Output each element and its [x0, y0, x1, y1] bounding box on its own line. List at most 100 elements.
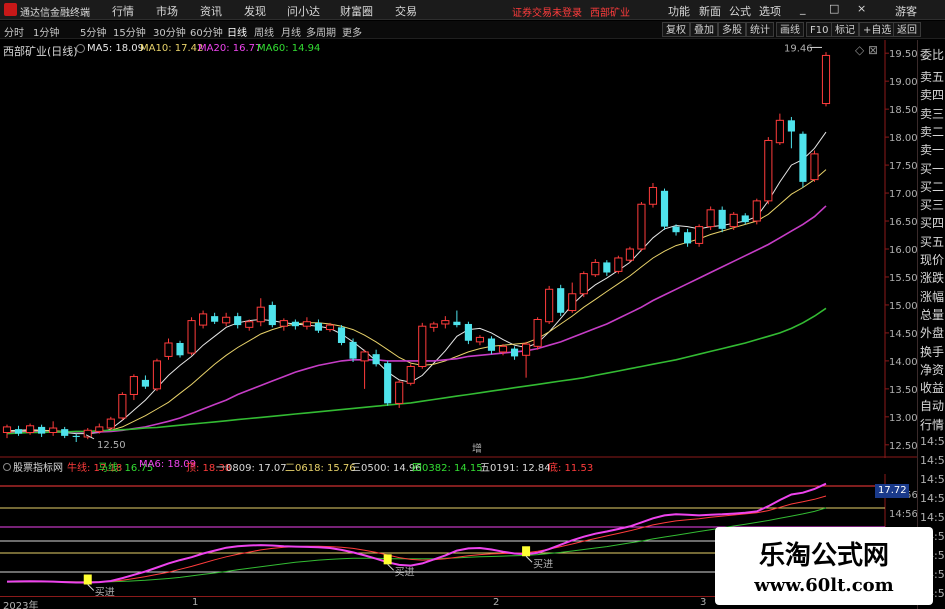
- sidebar-item-14[interactable]: 外盘: [920, 324, 944, 341]
- candle-body-up: [302, 321, 311, 327]
- candle-body-down: [453, 321, 461, 326]
- maximize-icon[interactable]: □: [829, 2, 839, 15]
- add-watchlist-button[interactable]: +自选: [859, 22, 896, 37]
- tab-weekly[interactable]: 周线: [254, 24, 274, 39]
- sidebar-top-label[interactable]: 委比: [920, 46, 944, 63]
- minimize-icon[interactable]: _: [800, 2, 806, 15]
- sidebar-item-19[interactable]: 行情: [920, 416, 944, 433]
- candle-body-up: [49, 427, 58, 434]
- candle: [49, 421, 58, 436]
- sidebar-item-15[interactable]: 换手: [920, 343, 944, 360]
- tab-30min[interactable]: 30分钟: [153, 24, 186, 39]
- sidebar-item-0[interactable]: 卖五: [920, 68, 944, 85]
- candle-body-down: [349, 341, 357, 359]
- candle-body-down: [72, 435, 80, 437]
- candle-body-down: [176, 342, 184, 356]
- sidebar-item-7[interactable]: 买三: [920, 196, 944, 213]
- high-price-marker: 19.46: [784, 43, 813, 54]
- tab-timeshare[interactable]: 分时: [4, 24, 24, 39]
- price-tick-5: 17.00: [889, 189, 917, 200]
- candle-body-up: [775, 119, 784, 144]
- low-price-marker: 12.50: [97, 440, 126, 451]
- candle: [545, 285, 554, 324]
- sidebar-item-17[interactable]: 收益: [920, 379, 944, 396]
- multi-stock-button[interactable]: 多股: [718, 22, 746, 37]
- candle: [695, 224, 704, 247]
- candle-body-up: [129, 376, 138, 395]
- sidebar-item-1[interactable]: 卖四: [920, 86, 944, 103]
- candle: [187, 317, 196, 356]
- sidebar-item-8[interactable]: 买四: [920, 214, 944, 231]
- indicator-label-7: 四0382: 14.15: [412, 463, 483, 474]
- candle: [291, 319, 299, 330]
- menu-news[interactable]: 资讯: [200, 3, 222, 19]
- sidebar-item-9[interactable]: 买五: [920, 233, 944, 250]
- candle-body-up: [522, 343, 531, 356]
- candle: [487, 336, 496, 355]
- candle-body-up: [2, 426, 12, 434]
- buy-signal-marker: [383, 554, 392, 565]
- f10-button[interactable]: F10: [806, 22, 833, 37]
- menu-ask[interactable]: 问小达: [287, 3, 320, 19]
- menu-trade[interactable]: 交易: [395, 3, 417, 19]
- draw-line-button[interactable]: 画线: [776, 22, 804, 37]
- candle: [441, 316, 450, 329]
- tab-multi-period[interactable]: 多周期: [306, 24, 336, 39]
- sidebar-item-10[interactable]: 现价: [920, 251, 944, 268]
- candle-body-up: [25, 425, 35, 434]
- sidebar-item-5[interactable]: 买一: [920, 160, 944, 177]
- candle-body-down: [557, 288, 565, 313]
- indicator-settings-icon[interactable]: [3, 463, 11, 471]
- back-button[interactable]: 返回: [893, 22, 921, 37]
- menu-formula[interactable]: 公式: [729, 3, 751, 19]
- candle: [429, 321, 438, 332]
- candle: [579, 271, 588, 298]
- menu-new-layout[interactable]: 新面: [699, 3, 721, 19]
- sidebar-item-2[interactable]: 卖三: [920, 105, 944, 122]
- stats-button[interactable]: 统计: [746, 22, 774, 37]
- menu-wealth[interactable]: 财富圈: [340, 3, 373, 19]
- date-label-mar: 3: [700, 597, 707, 608]
- menu-quotes[interactable]: 行情: [112, 3, 134, 19]
- sidebar-item-4[interactable]: 卖一: [920, 141, 944, 158]
- price-tick-6: 16.50: [889, 217, 917, 228]
- candle-body-up: [395, 381, 404, 404]
- tab-5min[interactable]: 5分钟: [80, 24, 106, 39]
- tab-1min[interactable]: 1分钟: [33, 24, 59, 39]
- candle-body-down: [14, 429, 23, 434]
- candle-body-down: [672, 226, 680, 233]
- sidebar-item-3[interactable]: 卖二: [920, 123, 944, 140]
- candle: [141, 375, 149, 389]
- candle: [234, 312, 242, 329]
- candle: [821, 52, 831, 107]
- sidebar-item-13[interactable]: 总量: [920, 306, 944, 323]
- tab-60min[interactable]: 60分钟: [190, 24, 223, 39]
- tab-15min[interactable]: 15分钟: [113, 24, 146, 39]
- candle-body-up: [637, 203, 646, 250]
- sidebar-item-6[interactable]: 买二: [920, 178, 944, 195]
- adjust-button[interactable]: 复权: [662, 22, 690, 37]
- menu-discover[interactable]: 发现: [244, 3, 266, 19]
- candle-body-up: [118, 393, 127, 419]
- menu-options[interactable]: 选项: [759, 3, 781, 19]
- login-status[interactable]: 证券交易未登录: [512, 4, 582, 19]
- tab-daily[interactable]: 日线: [227, 24, 247, 39]
- tab-monthly[interactable]: 月线: [281, 24, 301, 39]
- menu-market[interactable]: 市场: [156, 3, 178, 19]
- sidebar-time-1: 14:56: [920, 454, 945, 467]
- sidebar-item-16[interactable]: 净资: [920, 361, 944, 378]
- candle: [129, 374, 138, 401]
- sidebar-item-11[interactable]: 涨跌: [920, 269, 944, 286]
- guest-label[interactable]: 游客: [895, 3, 917, 19]
- overlay-button[interactable]: 叠加: [690, 22, 718, 37]
- close-icon[interactable]: ×: [857, 2, 866, 15]
- app-title: 通达信金融终端: [20, 8, 90, 19]
- candle-body-up: [279, 320, 288, 327]
- mark-button[interactable]: 标记: [831, 22, 859, 37]
- indicator-label-8: 五0191: 12.84: [480, 463, 551, 474]
- sidebar-item-12[interactable]: 涨幅: [920, 288, 944, 305]
- sidebar-item-18[interactable]: 自动: [920, 397, 944, 414]
- candle-body-up: [429, 323, 438, 328]
- tab-more[interactable]: 更多: [342, 24, 362, 39]
- menu-function[interactable]: 功能: [668, 3, 690, 19]
